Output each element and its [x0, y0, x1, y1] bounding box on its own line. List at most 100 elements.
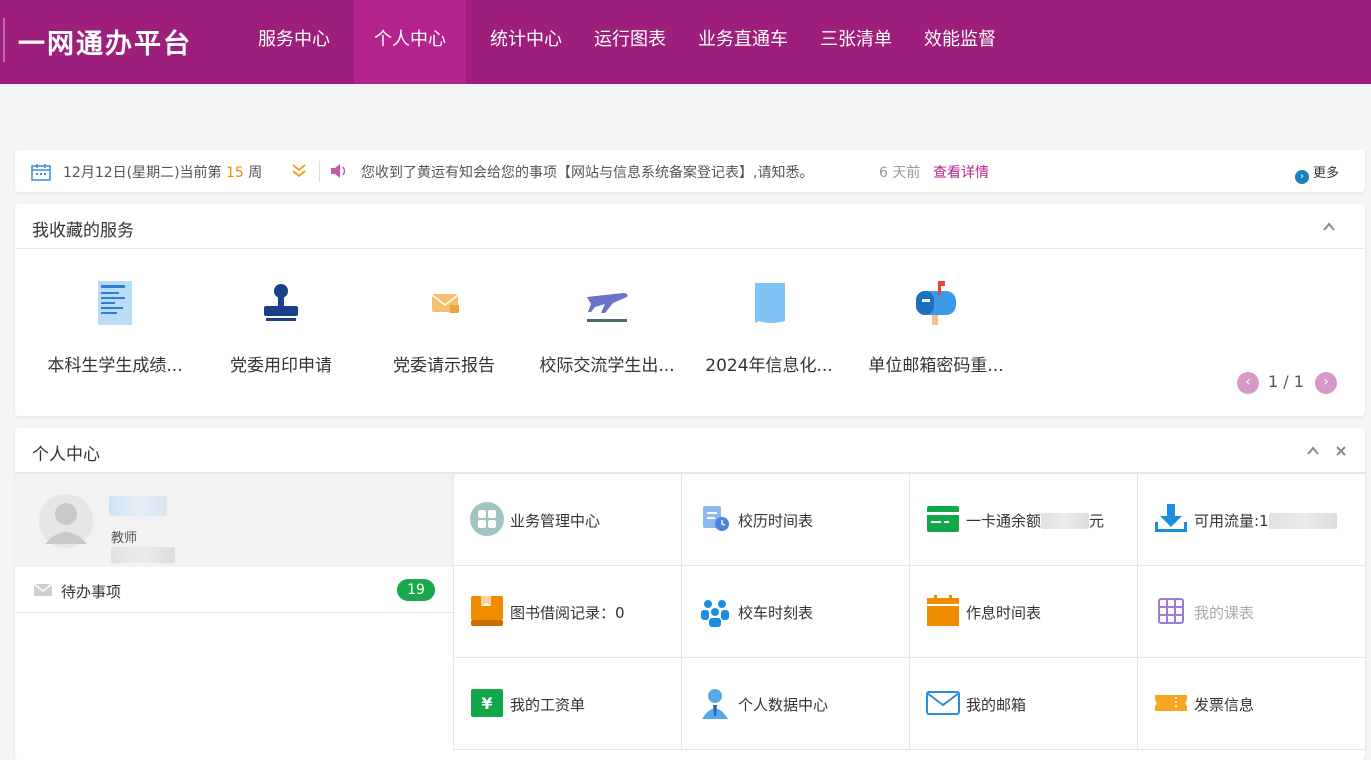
fav-item-grades[interactable]: 本科生学生成绩... — [35, 279, 195, 376]
current-date: 12月12日(星期二)当前第 15 周 — [63, 162, 262, 182]
nav-run-charts[interactable]: 运行图表 — [574, 0, 686, 84]
app-shuttle-schedule[interactable]: 校车时刻表 — [682, 566, 910, 658]
fav-item-report[interactable]: 党委请示报告 — [364, 279, 524, 376]
app-school-calendar[interactable]: 校历时间表 — [682, 474, 910, 566]
download-icon — [1155, 504, 1187, 532]
app-invoice-info[interactable]: 发票信息 — [1138, 658, 1366, 750]
app-label: 我的工资单 — [510, 696, 586, 714]
app-library-records[interactable]: 图书借阅记录：0 — [454, 566, 682, 658]
user-icon — [702, 689, 728, 719]
favorites-pager: ‹ 1 / 1 › — [1237, 372, 1337, 394]
user-profile-card: 教师 — [15, 474, 453, 567]
app-personal-data[interactable]: 个人数据中心 — [682, 658, 910, 750]
fav-item-mail-password[interactable]: 单位邮箱密码重... — [856, 279, 1016, 376]
clipboard-clock-icon — [703, 506, 729, 531]
airplane-icon — [587, 293, 628, 322]
user-name-redacted — [109, 496, 167, 516]
platform-logo[interactable]: 一网通办平台 — [18, 22, 192, 61]
favorites-list: 本科生学生成绩... 党委用印申请 党委请示报告 校际交流学生出... 2024… — [15, 249, 1365, 379]
more-button[interactable]: › 更多 — [1295, 162, 1339, 184]
collapse-chevron-up-icon[interactable] — [1307, 445, 1319, 457]
app-daily-schedule[interactable]: 作息时间表 — [910, 566, 1138, 658]
app-label: 校历时间表 — [738, 512, 814, 530]
notice-bar: 12月12日(星期二)当前第 15 周 您收到了黄运有知会给您的事项【网站与信息… — [15, 150, 1365, 192]
nav-efficiency-supervision[interactable]: 效能监督 — [904, 0, 1016, 84]
app-card-balance[interactable]: 一卡通余额 元 — [910, 474, 1138, 566]
fav-item-exchange[interactable]: 校际交流学生出... — [527, 279, 687, 376]
book-icon — [471, 596, 503, 626]
nav-statistics-center[interactable]: 统计中心 — [470, 0, 582, 84]
svg-text:¥: ¥ — [481, 694, 492, 713]
fav-item-label: 党委请示报告 — [393, 356, 495, 376]
app-label: 作息时间表 — [966, 604, 1042, 622]
nav-service-center[interactable]: 服务中心 — [238, 0, 350, 84]
favorites-header: 我收藏的服务 — [15, 204, 1365, 249]
prev-page-button[interactable]: ‹ — [1237, 372, 1259, 394]
fav-item-informatization[interactable]: 2024年信息化... — [689, 279, 849, 376]
user-role: 教师 — [111, 531, 138, 546]
app-available-traffic[interactable]: 可用流量:1 — [1138, 474, 1366, 566]
close-icon[interactable] — [1335, 445, 1347, 457]
fav-item-label: 2024年信息化... — [705, 356, 833, 376]
fav-item-label: 本科生学生成绩... — [47, 356, 183, 376]
paper-icon — [755, 283, 785, 323]
calendar-icon — [31, 164, 51, 181]
traffic-label: 可用流量:1 — [1194, 512, 1269, 530]
double-chevron-down-icon[interactable] — [291, 162, 307, 182]
view-detail-link[interactable]: 查看详情 — [933, 162, 989, 182]
app-label: 图书借阅记录：0 — [510, 604, 625, 622]
app-business-center[interactable]: 业务管理中心 — [454, 474, 682, 566]
favorites-panel: 我收藏的服务 本科生学生成绩... 党委用印申请 党委请示报告 校际交流学生出.… — [15, 204, 1365, 416]
personal-center-panel: 个人中心 教师 待办事项 19 业务管理中心 校历时间表 一卡通余额 元 可用流… — [15, 428, 1366, 760]
todo-count-badge: 19 — [397, 579, 435, 601]
notice-time-ago: 6 天前 — [879, 165, 921, 181]
app-label: 发票信息 — [1194, 696, 1255, 714]
fav-item-seal-request[interactable]: 党委用印申请 — [201, 279, 361, 376]
todo-item[interactable]: 待办事项 19 — [15, 567, 453, 613]
app-label: 个人数据中心 — [738, 696, 829, 714]
ticket-icon — [1155, 695, 1187, 711]
app-my-mailbox[interactable]: 我的邮箱 — [910, 658, 1138, 750]
app-label: 校车时刻表 — [738, 604, 814, 622]
app-label: 我的课表 — [1194, 604, 1255, 622]
main-nav: 服务中心 个人中心 统计中心 运行图表 业务直通车 三张清单 效能监督 — [238, 0, 1008, 84]
week-suffix: 周 — [248, 165, 263, 181]
next-page-button[interactable]: › — [1315, 372, 1337, 394]
card-icon — [927, 506, 959, 532]
app-label: 我的邮箱 — [966, 696, 1027, 714]
fav-item-label: 党委用印申请 — [230, 356, 332, 376]
people-icon — [701, 600, 729, 627]
currency-unit: 元 — [1089, 512, 1105, 530]
page-indicator: 1 / 1 — [1268, 372, 1304, 391]
favorites-title: 我收藏的服务 — [32, 221, 134, 241]
app-label: 一卡通余额 元 — [966, 510, 1104, 531]
balance-redacted — [1041, 513, 1090, 529]
calendar-icon — [927, 595, 959, 626]
fav-item-label: 校际交流学生出... — [539, 356, 675, 376]
grid-apps-icon — [470, 502, 504, 536]
personal-center-body: 教师 待办事项 19 业务管理中心 校历时间表 一卡通余额 元 可用流量:1 图书… — [15, 473, 1366, 753]
document-icon — [98, 281, 132, 325]
more-label: 更多 — [1313, 166, 1340, 181]
notice-message: 您收到了黄运有知会给您的事项【网站与信息系统备案登记表】,请知悉。 — [361, 165, 814, 181]
nav-personal-center[interactable]: 个人中心 — [354, 0, 466, 84]
collapse-chevron-up-icon[interactable] — [1323, 221, 1335, 233]
envelope-lock-icon — [431, 294, 459, 313]
nav-business-express[interactable]: 业务直通车 — [678, 0, 808, 84]
app-label: 可用流量:1 — [1194, 510, 1337, 531]
table-icon — [1158, 598, 1184, 624]
date-text: 12月12日(星期二)当前第 — [63, 165, 222, 181]
notice-divider — [319, 161, 320, 182]
card-balance-label: 一卡通余额 — [966, 512, 1042, 530]
app-my-timetable[interactable]: 我的课表 — [1138, 566, 1366, 658]
fav-item-label: 单位邮箱密码重... — [868, 356, 1004, 376]
yen-icon: ¥ — [471, 689, 503, 717]
avatar — [39, 494, 93, 548]
personal-center-header: 个人中心 — [15, 428, 1365, 473]
personal-center-title: 个人中心 — [32, 445, 100, 465]
app-my-payslip[interactable]: ¥ 我的工资单 — [454, 658, 682, 750]
top-nav-bar: 一网通办平台 服务中心 个人中心 统计中心 运行图表 业务直通车 三张清单 效能… — [0, 0, 1371, 84]
nav-three-lists[interactable]: 三张清单 — [800, 0, 912, 84]
week-number: 15 — [226, 165, 244, 181]
envelope-icon — [33, 583, 53, 596]
